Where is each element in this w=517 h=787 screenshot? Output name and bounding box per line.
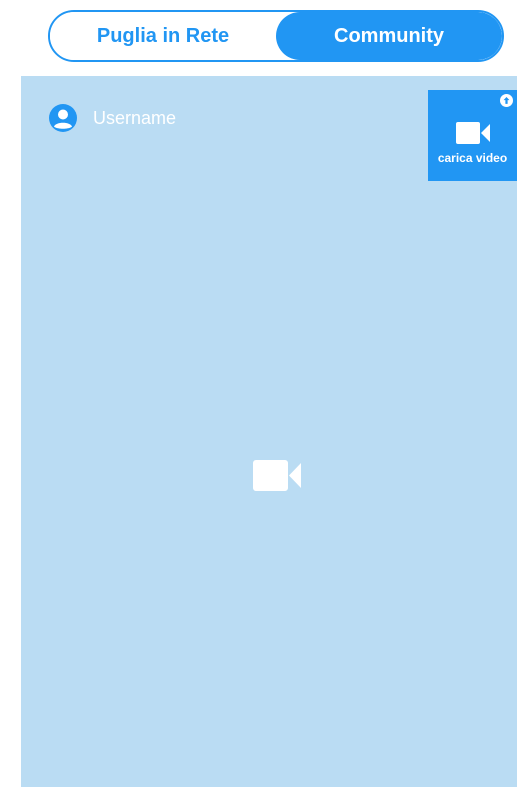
tab-switcher: Puglia in Rete Community xyxy=(48,10,504,62)
upload-video-label: carica video xyxy=(437,151,508,165)
upload-video-button[interactable]: carica video xyxy=(428,90,517,181)
username-label: Username xyxy=(93,107,177,128)
tab-community[interactable]: Community xyxy=(276,12,502,60)
video-camera-icon xyxy=(456,122,490,144)
video-placeholder-icon xyxy=(253,460,301,491)
video-author[interactable]: Username xyxy=(49,104,176,132)
upload-arrow-icon xyxy=(500,94,513,107)
video-player[interactable]: Username carica video xyxy=(21,76,517,787)
user-circle-icon xyxy=(49,104,77,132)
tab-puglia-in-rete[interactable]: Puglia in Rete xyxy=(50,12,276,60)
